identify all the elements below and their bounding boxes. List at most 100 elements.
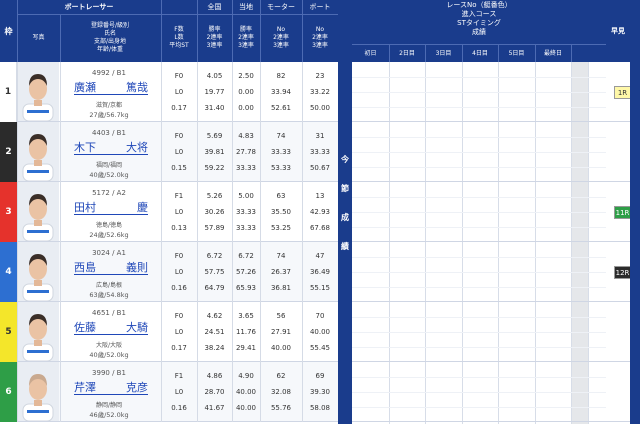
racer-info: 3990 / B1 芹澤 克彦 静岡/静岡 46歳/52.0kg	[60, 362, 158, 421]
nationwide-value-2: 28.70	[204, 388, 225, 396]
day-header-4: 4日目	[472, 49, 488, 57]
day-header-5: 5日目	[508, 49, 525, 57]
tenji-race-badge[interactable]: 1R	[614, 86, 631, 99]
fl-st-value-1: F0	[174, 312, 184, 320]
motor-stats: 56 27.91 40.00	[260, 302, 302, 361]
local-stats: 4.90 40.00 40.00	[232, 362, 260, 421]
konsetsu-char-3: 成	[341, 213, 349, 222]
boat-value-2: 39.30	[309, 388, 331, 396]
racer-table-header: 枠 ボートレーサー 写真 登録番号/級別 氏名 支部/出身地 年齢/体重 F数 …	[0, 0, 338, 62]
racer-name-link[interactable]: 西島 義則	[74, 261, 148, 275]
racer-photo-image	[17, 302, 59, 361]
nationwide-value-1: 5.69	[206, 132, 223, 140]
boat-value-3: 55.45	[309, 344, 331, 352]
boat-value-2: 33.33	[309, 148, 331, 156]
nationwide-value-3: 59.22	[204, 164, 225, 172]
fl-st-stats: F0 L0 0.16	[161, 242, 197, 301]
fl-st-header: F数 L数 平均ST	[169, 26, 189, 49]
local-value-3: 65.93	[235, 284, 257, 292]
motor-value-3: 55.76	[270, 404, 292, 412]
branch-origin: 大阪/大阪	[95, 342, 123, 349]
racer-name-link[interactable]: 木下 大将	[74, 141, 148, 155]
boat-racer-header: ボートレーサー	[64, 2, 114, 11]
racer-given-name[interactable]: 慶	[137, 201, 148, 214]
nationwide-value-3: 38.24	[204, 344, 225, 352]
motor-value-2: 33.94	[270, 88, 292, 96]
tenji-race-badge[interactable]: 12R	[614, 266, 631, 279]
motor-value-2: 27.91	[270, 328, 292, 336]
boat-stats: 31 33.33 50.67	[302, 122, 338, 181]
racer-name-link[interactable]: 佐藤 大騎	[74, 321, 148, 335]
fl-st-value-2: L0	[174, 148, 184, 156]
boat-value-1: 69	[315, 372, 325, 380]
racer-given-name[interactable]: 克彦	[126, 381, 148, 394]
racer-name-link[interactable]: 田村 慶	[74, 201, 148, 215]
nationwide-value-2: 19.77	[204, 88, 225, 96]
nationwide-value-2: 39.81	[204, 148, 225, 156]
racer-given-name[interactable]: 大騎	[126, 321, 148, 334]
age-weight: 40歳/52.0kg	[89, 351, 129, 359]
fl-st-value-1: F0	[174, 132, 184, 140]
boat-value-3: 58.08	[309, 404, 331, 412]
racer-info: 5172 / A2 田村 慶 徳島/徳島 24歳/52.6kg	[60, 182, 158, 241]
nationwide-value-3: 41.67	[204, 404, 225, 412]
racer-surname[interactable]: 木下	[74, 141, 96, 154]
nationwide-value-1: 4.86	[206, 372, 223, 380]
race-history-grid	[352, 62, 606, 424]
boat-header: ボート	[309, 2, 331, 11]
nationwide-stats: 4.05 19.77 31.40	[197, 62, 232, 121]
racer-surname[interactable]: 芹澤	[74, 381, 96, 394]
motor-value-3: 53.25	[270, 224, 292, 232]
boat-stats: 70 40.00 55.45	[302, 302, 338, 361]
race-entry-table: 枠 ボートレーサー 写真 登録番号/級別 氏名 支部/出身地 年齢/体重 F数 …	[0, 0, 640, 424]
registration-class: 4992 / B1	[92, 69, 126, 77]
racer-surname[interactable]: 西島	[74, 261, 96, 274]
racer-row: 5 4651 / B1 佐藤 大騎 大阪/大阪 40歳/52.0kg F0 L0…	[0, 302, 338, 362]
scrollbar[interactable]	[630, 0, 640, 424]
scrollbar-track[interactable]	[630, 0, 640, 424]
age-weight: 40歳/52.0kg	[89, 171, 129, 179]
racer-row: 2 4403 / B1 木下 大将 福岡/福岡 40歳/52.0kg F0 L0…	[0, 122, 338, 182]
racer-photo-image	[17, 62, 59, 121]
branch-origin: 福岡/福岡	[95, 162, 123, 169]
motor-value-2: 32.08	[270, 388, 292, 396]
motor-value-3: 53.33	[270, 164, 292, 172]
racer-photo	[17, 182, 59, 241]
racer-name-link[interactable]: 芹澤 克彦	[74, 381, 148, 395]
boat-stats: 13 42.93 67.68	[302, 182, 338, 241]
racer-given-name[interactable]: 篤哉	[126, 81, 148, 94]
racer-surname[interactable]: 廣瀬	[74, 81, 96, 94]
fl-st-value-3: 0.13	[171, 224, 187, 232]
fl-st-stats: F0 L0 0.17	[161, 302, 197, 361]
racer-name-link[interactable]: 廣瀬 篤哉	[74, 81, 148, 95]
waku-header: 枠	[4, 26, 13, 36]
tenji-race-badge[interactable]: 11R	[614, 206, 631, 219]
fl-st-value-2: L0	[174, 88, 184, 96]
racer-surname[interactable]: 田村	[74, 201, 96, 214]
local-value-1: 4.83	[238, 132, 254, 140]
fl-st-value-3: 0.17	[171, 344, 187, 352]
motor-value-3: 36.81	[270, 284, 292, 292]
boat-value-1: 47	[315, 252, 325, 260]
racer-given-name[interactable]: 義則	[126, 261, 148, 274]
registration-class: 4651 / B1	[92, 309, 126, 317]
nationwide-sub-header: 勝率 2連率 3連率	[206, 26, 223, 49]
racer-row: 4 3024 / A1 西島 義則 広島/島根 63歳/54.8kg F0 L0…	[0, 242, 338, 302]
racer-row: 3 5172 / A2 田村 慶 徳島/徳島 24歳/52.6kg F1 L0 …	[0, 182, 338, 242]
race-history-header: レースNo（艇番色） 進入コース STタイミング 成績 初日 2日目 3日目 4…	[352, 0, 606, 62]
local-stats: 5.00 33.33 33.33	[232, 182, 260, 241]
fl-st-value-2: L0	[174, 328, 184, 336]
konsetsu-column: 今 節 成 績	[338, 62, 352, 424]
racer-surname[interactable]: 佐藤	[74, 321, 96, 334]
local-value-1: 5.00	[238, 192, 254, 200]
fl-st-stats: F0 L0 0.17	[161, 62, 197, 121]
nationwide-stats: 6.72 57.75 64.79	[197, 242, 232, 301]
photo-header: 写真	[32, 34, 45, 41]
motor-value-1: 74	[276, 252, 286, 260]
local-value-3: 29.41	[235, 344, 257, 352]
waku-number: 2	[0, 122, 17, 182]
race-info-header: レースNo（艇番色） 進入コース STタイミング 成績	[446, 1, 512, 36]
waku-number: 4	[0, 242, 17, 302]
racer-given-name[interactable]: 大将	[126, 141, 148, 154]
local-stats: 4.83 27.78 33.33	[232, 122, 260, 181]
